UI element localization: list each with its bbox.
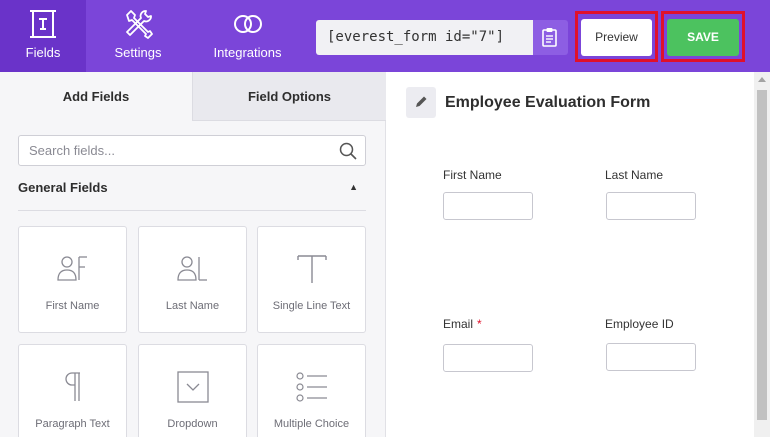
first-name-label: First Name — [443, 168, 502, 182]
scroll-up-arrow-icon[interactable] — [758, 77, 766, 82]
clipboard-icon — [542, 28, 557, 47]
nav-settings-label: Settings — [114, 45, 162, 60]
copy-shortcode-button[interactable] — [533, 20, 568, 55]
required-marker: * — [477, 317, 482, 331]
field-card-single-line-text[interactable]: Single Line Text — [257, 226, 366, 333]
general-fields-header[interactable]: General Fields ▲ — [18, 179, 366, 211]
field-card-paragraph-text[interactable]: Paragraph Text — [18, 344, 127, 437]
paragraph-icon — [64, 372, 80, 401]
first-name-icon — [56, 256, 87, 281]
email-label-text: Email — [443, 317, 474, 331]
tools-icon — [126, 10, 153, 39]
form-canvas: Employee Evaluation Form First Name Last… — [387, 72, 770, 437]
field-card-multiple-choice[interactable]: Multiple Choice — [257, 344, 366, 437]
dropdown-icon — [176, 371, 209, 403]
top-toolbar: Fields Settings Integrations [everest_fo… — [0, 0, 770, 72]
scrollbar[interactable] — [754, 72, 770, 437]
section-title: General Fields — [18, 180, 108, 195]
employee-id-input[interactable] — [606, 343, 696, 371]
field-card-label: Single Line Text — [272, 300, 351, 312]
email-input[interactable] — [443, 344, 533, 372]
field-card-label: First Name — [45, 300, 100, 312]
multiple-choice-icon — [295, 372, 327, 402]
save-button[interactable]: SAVE — [667, 19, 739, 56]
nav-integrations-label: Integrations — [213, 45, 282, 60]
tab-field-options[interactable]: Field Options — [192, 72, 386, 121]
field-card-label: Dropdown — [167, 418, 218, 430]
employee-id-label: Employee ID — [605, 317, 674, 331]
last-name-input[interactable] — [606, 192, 696, 220]
text-icon — [296, 255, 327, 283]
search-icon[interactable] — [339, 142, 357, 160]
field-card-dropdown[interactable]: Dropdown — [138, 344, 247, 437]
field-card-first-name[interactable]: First Name — [18, 226, 127, 333]
search-box — [18, 135, 366, 166]
field-card-label: Last Name — [165, 300, 220, 312]
last-name-label: Last Name — [605, 168, 664, 182]
edit-title-button[interactable] — [406, 87, 436, 118]
field-card-label: Paragraph Text — [35, 418, 110, 430]
rings-icon — [233, 15, 262, 33]
form-title: Employee Evaluation Form — [445, 94, 651, 111]
nav-fields[interactable]: Fields — [0, 0, 86, 72]
field-card-last-name[interactable]: Last Name — [138, 226, 247, 333]
email-label: Email * — [443, 317, 482, 331]
tab-add-fields[interactable]: Add Fields — [0, 72, 192, 121]
field-card-label: Multiple Choice — [273, 418, 350, 430]
shortcode-field[interactable]: [everest_form id="7"] — [316, 20, 533, 55]
preview-button[interactable]: Preview — [581, 19, 652, 56]
nav-settings[interactable]: Settings — [88, 0, 188, 72]
collapse-arrow-icon[interactable]: ▲ — [349, 182, 358, 192]
fields-panel: Add Fields Field Options General Fields … — [0, 72, 386, 437]
search-input[interactable] — [19, 136, 329, 165]
first-name-input[interactable] — [443, 192, 533, 220]
nav-fields-label: Fields — [25, 45, 61, 60]
pencil-icon — [416, 96, 427, 107]
last-name-icon — [176, 256, 207, 281]
form-fields-icon — [30, 10, 56, 38]
scrollbar-thumb[interactable] — [757, 90, 767, 420]
nav-integrations[interactable]: Integrations — [200, 0, 295, 72]
